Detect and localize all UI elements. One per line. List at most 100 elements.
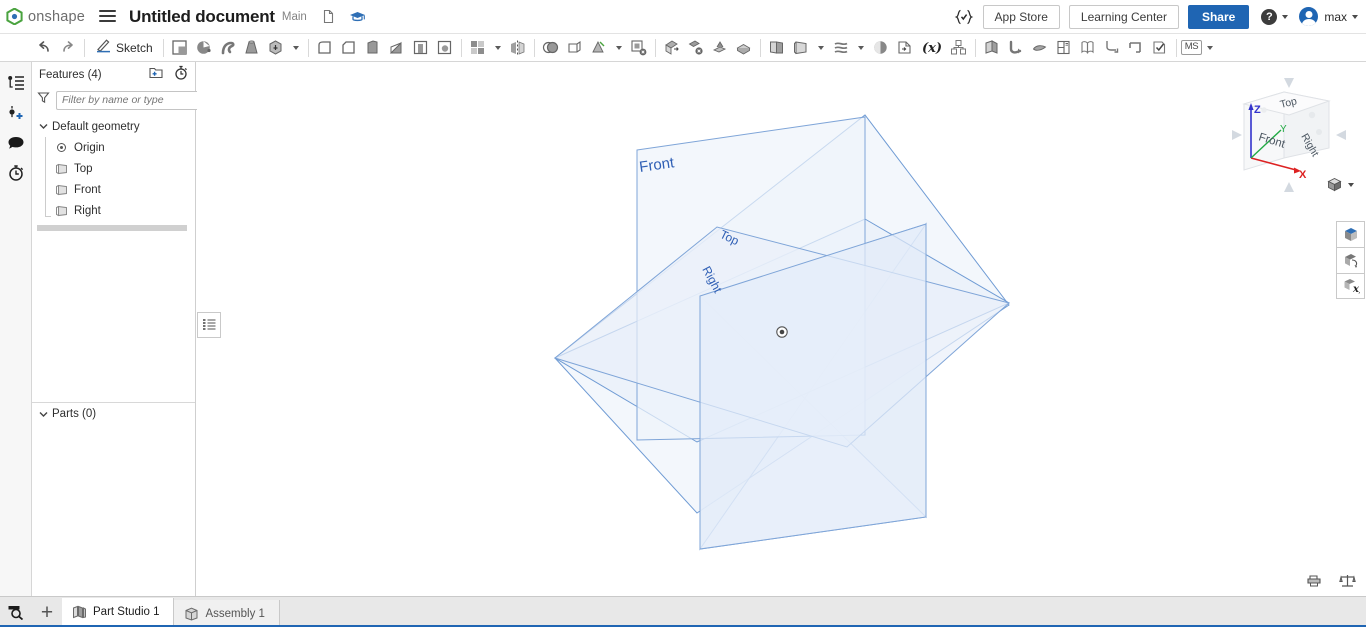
render-icon[interactable] bbox=[1336, 221, 1365, 247]
chevron-down-icon[interactable] bbox=[1348, 182, 1354, 187]
search-tabs-icon[interactable] bbox=[0, 597, 32, 627]
tab-assembly-1[interactable]: Assembly 1 bbox=[174, 600, 280, 627]
sweep-icon[interactable] bbox=[216, 36, 240, 60]
split-icon[interactable] bbox=[563, 36, 587, 60]
curve-pattern-icon[interactable] bbox=[829, 36, 853, 60]
helix-icon[interactable] bbox=[869, 36, 893, 60]
tree-guide-line bbox=[45, 137, 51, 217]
approve-icon[interactable] bbox=[1148, 36, 1172, 60]
configuration-icon[interactable] bbox=[1052, 36, 1076, 60]
tab-part-studio-1[interactable]: Part Studio 1 bbox=[62, 598, 175, 627]
print-3d-icon[interactable] bbox=[1306, 573, 1323, 588]
share-button[interactable]: Share bbox=[1187, 4, 1250, 29]
tree-item-origin[interactable]: Origin bbox=[32, 137, 195, 158]
redo-arrow-icon[interactable] bbox=[56, 36, 80, 60]
add-instance-icon[interactable] bbox=[3, 98, 29, 128]
replace-face-icon[interactable] bbox=[684, 36, 708, 60]
chevron-down-icon[interactable] bbox=[494, 45, 501, 50]
import-icon[interactable] bbox=[893, 36, 917, 60]
fillet-icon[interactable] bbox=[313, 36, 337, 60]
funnel-filter-icon[interactable] bbox=[37, 91, 50, 109]
revolve-icon[interactable] bbox=[192, 36, 216, 60]
feature-tree-scrollbar[interactable] bbox=[37, 225, 187, 231]
display-style-selector[interactable] bbox=[1326, 176, 1354, 193]
app-name: onshape bbox=[28, 8, 86, 25]
open-book-icon[interactable] bbox=[1076, 36, 1100, 60]
learning-center-button[interactable]: Learning Center bbox=[1068, 4, 1179, 29]
version-history-icon[interactable] bbox=[3, 158, 29, 188]
mass-properties-icon[interactable] bbox=[1339, 573, 1356, 588]
help-menu[interactable]: ? bbox=[1261, 8, 1289, 25]
boolean-icon[interactable] bbox=[539, 36, 563, 60]
copy-document-icon[interactable] bbox=[321, 9, 335, 25]
extrude-icon[interactable] bbox=[168, 36, 192, 60]
transform-icon[interactable] bbox=[587, 36, 611, 60]
feature-list-icon[interactable] bbox=[3, 68, 29, 98]
delete-part-icon[interactable] bbox=[708, 36, 732, 60]
chevron-down-icon[interactable] bbox=[292, 45, 299, 50]
derive-icon[interactable] bbox=[1004, 36, 1028, 60]
chevron-down-icon[interactable] bbox=[1207, 45, 1214, 50]
panel-list-icon[interactable] bbox=[197, 312, 221, 338]
stopwatch-icon[interactable] bbox=[174, 65, 188, 85]
comments-icon[interactable] bbox=[3, 128, 29, 158]
assembly-feature-icon[interactable] bbox=[947, 36, 971, 60]
page-title[interactable]: Untitled document bbox=[129, 7, 275, 27]
shell-icon[interactable] bbox=[409, 36, 433, 60]
flange-icon[interactable] bbox=[1124, 36, 1148, 60]
units-selector[interactable]: MS bbox=[1180, 40, 1203, 55]
add-tab-icon[interactable]: + bbox=[32, 597, 62, 627]
cad-scene[interactable]: Front Top Right bbox=[197, 62, 1366, 596]
add-folder-icon[interactable] bbox=[149, 66, 164, 84]
parts-section-header[interactable]: Parts (0) bbox=[32, 403, 195, 425]
chamfer-icon[interactable] bbox=[337, 36, 361, 60]
rib-icon[interactable] bbox=[361, 36, 385, 60]
mirror-icon[interactable] bbox=[506, 36, 530, 60]
3d-viewport[interactable]: Front Top Right Z X Y Top Front Right bbox=[197, 62, 1366, 596]
tree-item-top[interactable]: Top bbox=[32, 158, 195, 179]
tree-item-default-geometry[interactable]: Default geometry bbox=[32, 116, 195, 137]
move-face-icon[interactable] bbox=[660, 36, 684, 60]
delete-face-icon[interactable] bbox=[627, 36, 651, 60]
composite-part-icon[interactable] bbox=[980, 36, 1004, 60]
chevron-down-icon[interactable] bbox=[615, 45, 622, 50]
hole-icon[interactable] bbox=[433, 36, 457, 60]
undo-arrow-icon[interactable] bbox=[32, 36, 56, 60]
loft-icon[interactable] bbox=[240, 36, 264, 60]
username-label[interactable]: max bbox=[1324, 10, 1347, 24]
draft-icon[interactable] bbox=[385, 36, 409, 60]
graduation-cap-icon[interactable] bbox=[349, 10, 366, 24]
section-view-icon[interactable] bbox=[1336, 247, 1365, 273]
app-store-button[interactable]: App Store bbox=[982, 4, 1060, 29]
sheet-metal-icon[interactable] bbox=[765, 36, 789, 60]
search-input[interactable] bbox=[56, 90, 205, 110]
variable-icon[interactable]: (x) bbox=[917, 36, 947, 60]
bend-icon[interactable] bbox=[1100, 36, 1124, 60]
chevron-down-icon[interactable] bbox=[1282, 14, 1289, 19]
sketch-button[interactable]: Sketch bbox=[89, 37, 159, 58]
featurescript-icon[interactable] bbox=[954, 9, 974, 25]
enclose-icon[interactable] bbox=[732, 36, 756, 60]
toolbar-divider bbox=[533, 38, 535, 57]
chevron-down-icon[interactable] bbox=[1352, 14, 1358, 19]
offset-surface-icon[interactable] bbox=[1028, 36, 1052, 60]
chevron-down-icon[interactable] bbox=[857, 45, 864, 50]
chevron-down-icon[interactable] bbox=[37, 411, 49, 418]
chevron-down-icon[interactable] bbox=[817, 45, 824, 50]
linear-pattern-icon[interactable] bbox=[466, 36, 490, 60]
tree-item-front[interactable]: Front bbox=[32, 179, 195, 200]
plane-icon[interactable] bbox=[789, 36, 813, 60]
help-question-icon[interactable]: ? bbox=[1261, 8, 1278, 25]
avatar[interactable] bbox=[1299, 7, 1319, 26]
measure-variable-icon[interactable]: x) bbox=[1336, 273, 1365, 299]
hamburger-menu-icon[interactable] bbox=[99, 10, 117, 23]
toolbar-divider bbox=[1175, 38, 1177, 57]
branch-label[interactable]: Main bbox=[282, 11, 307, 23]
tree-item-right[interactable]: Right bbox=[32, 200, 195, 221]
onshape-logo-icon[interactable] bbox=[6, 7, 23, 26]
shaded-cube-icon[interactable] bbox=[1326, 176, 1343, 193]
toolbar-divider bbox=[84, 38, 85, 57]
chevron-down-icon[interactable] bbox=[37, 123, 49, 130]
thicken-icon[interactable] bbox=[264, 36, 288, 60]
tree-item-label: Default geometry bbox=[52, 120, 140, 133]
